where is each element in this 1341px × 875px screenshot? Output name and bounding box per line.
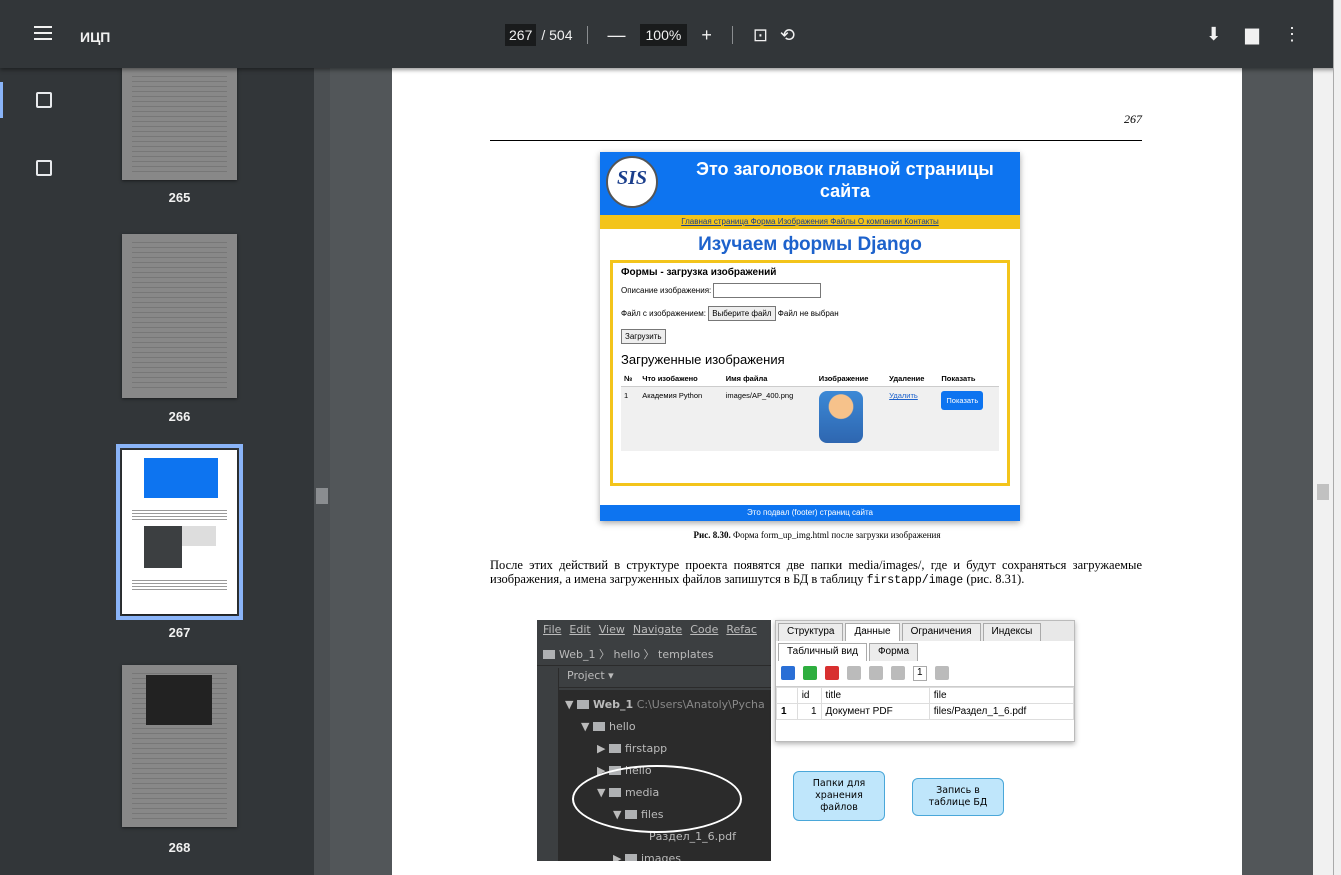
site-heading: Изучаем формы Django xyxy=(698,234,922,255)
page-number: 267 xyxy=(1124,112,1142,126)
ide-breadcrumb: Web_1 〉 hello 〉 templates xyxy=(537,642,771,666)
page-total: / 504 xyxy=(541,27,573,43)
thumbnails-view-icon[interactable] xyxy=(36,92,52,108)
print-icon[interactable]: ▆ xyxy=(1245,24,1259,45)
figure-caption: Рис. 8.30. Форма form_up_img.html после … xyxy=(693,530,941,540)
db-data-table: id title file 1 1 Документ PDF files/Раздел_1… xyxy=(776,687,1075,720)
ide-side-tab xyxy=(537,668,559,861)
th: Изображение xyxy=(815,371,887,387)
menu-icon[interactable] xyxy=(34,26,52,40)
thumbnail-page[interactable] xyxy=(122,665,237,827)
td: Показать xyxy=(938,386,999,451)
pdf-toolbar: ИЦП 267 / 504 — 100% + ⊡ ⟲ ⬇ ▆ ⋮ xyxy=(0,0,1341,68)
zoom-out-button[interactable]: — xyxy=(608,25,626,46)
thumbnail-page[interactable] xyxy=(122,68,237,180)
td: Удалить xyxy=(886,386,939,451)
thumbnail-label: 268 xyxy=(168,840,191,855)
rail-active-indicator xyxy=(0,82,3,118)
site-header-title: Это заголовок главной страницы сайта xyxy=(696,159,994,201)
thumbnail-label: 266 xyxy=(168,409,191,424)
upload-form: Формы - загрузка изображений Описание из… xyxy=(610,260,1010,486)
td xyxy=(815,386,887,451)
pdf-page: 267 SIS Это заголовок главной страницы с… xyxy=(392,68,1242,875)
uploaded-table: № Что изобажено Имя файла Изображение Уд… xyxy=(621,371,999,451)
ide-menu: File Edit View Navigate Code Refac xyxy=(537,620,771,642)
tree-node: ▼ hello xyxy=(581,720,636,733)
page-number-input[interactable]: 267 xyxy=(505,24,537,46)
site-nav: Главная страница Форма Изображения Файлы… xyxy=(600,215,1020,229)
th: № xyxy=(621,371,640,387)
ide-project-bar: Project ▾ xyxy=(537,666,771,688)
download-icon[interactable]: ⬇ xyxy=(1206,24,1221,45)
thumbnail-label: 265 xyxy=(168,190,191,205)
thumbnail-page[interactable] xyxy=(122,234,237,398)
highlight-oval xyxy=(572,765,742,833)
sidebar-scrollbar[interactable] xyxy=(314,68,330,875)
body-paragraph: После этих действий в структуре проекта … xyxy=(490,558,1142,587)
thumbnail-page-selected[interactable] xyxy=(116,444,243,620)
callout-db-record: Запись в таблице БД xyxy=(912,778,1004,816)
window-edge xyxy=(1333,0,1341,875)
tree-node: ▶ firstapp xyxy=(597,742,668,755)
tree-node: ▼ Web_1 C:\Users\Anatoly\Pycha xyxy=(565,698,765,711)
db-browser-screenshot: Структура Данные Ограничения Индексы Таб… xyxy=(775,620,1075,742)
uploaded-heading: Загруженные изображения xyxy=(621,352,785,367)
file-label: Файл с изображением: xyxy=(621,309,706,318)
desc-label: Описание изображения: xyxy=(621,286,712,295)
db-toolbar: 1 xyxy=(776,661,1074,687)
divider xyxy=(731,26,733,44)
document-scrollbar[interactable] xyxy=(1313,68,1333,875)
website-screenshot: SIS Это заголовок главной страницы сайта… xyxy=(600,152,1020,521)
td: 1 xyxy=(621,386,640,451)
divider xyxy=(586,26,588,44)
form-title: Формы - загрузка изображений xyxy=(621,267,777,278)
document-viewer: 267 SIS Это заголовок главной страницы с… xyxy=(330,68,1333,875)
td: images/AP_400.png xyxy=(722,386,816,451)
upload-button: Загрузить xyxy=(621,329,666,344)
zoom-in-button[interactable]: + xyxy=(701,25,712,46)
sidebar-rail xyxy=(0,68,64,875)
page-controls: 267 / 504 — 100% + ⊡ ⟲ xyxy=(505,24,801,46)
site-header: SIS Это заголовок главной страницы сайта xyxy=(600,152,1020,215)
site-footer: Это подвал (footer) страниц сайта xyxy=(600,505,1020,521)
thumbnail-sidebar: 265 266 267 268 xyxy=(0,68,330,875)
document-scroll-thumb[interactable] xyxy=(1317,484,1329,500)
thumbnail-label: 267 xyxy=(168,625,191,640)
show-button: Показать xyxy=(941,391,984,410)
desc-input xyxy=(713,283,822,298)
db-tabs: Структура Данные Ограничения Индексы xyxy=(776,621,1074,641)
more-options-icon[interactable]: ⋮ xyxy=(1283,24,1301,45)
callout-folders: Папки для хранения файлов xyxy=(793,771,885,821)
file-none: Файл не выбран xyxy=(777,309,839,318)
sis-logo: SIS xyxy=(606,156,658,208)
fit-page-icon[interactable]: ⊡ xyxy=(753,25,768,46)
document-title: ИЦП xyxy=(80,29,111,45)
td: Академия Python xyxy=(639,386,723,451)
db-subtabs: Табличный вид Форма xyxy=(776,641,1074,661)
delete-link: Удалить xyxy=(889,391,918,400)
zoom-input[interactable]: 100% xyxy=(639,24,688,46)
table-row: 1 1 Документ PDF files/Раздел_1_6.pdf xyxy=(776,703,1075,720)
kid-image xyxy=(818,391,863,443)
table-row: 1 Академия Python images/AP_400.png Удал… xyxy=(621,386,999,451)
header-rule xyxy=(490,140,1142,141)
th: Что изобажено xyxy=(639,371,723,387)
outline-view-icon[interactable] xyxy=(36,160,52,176)
sidebar-scroll-thumb[interactable] xyxy=(316,488,328,504)
choose-file-button: Выберите файл xyxy=(708,306,776,321)
th: Удаление xyxy=(886,371,939,387)
th: Имя файла xyxy=(722,371,816,387)
tree-node: ▶ images xyxy=(613,852,681,861)
rotate-icon[interactable]: ⟲ xyxy=(780,25,795,46)
th: Показать xyxy=(938,371,999,387)
